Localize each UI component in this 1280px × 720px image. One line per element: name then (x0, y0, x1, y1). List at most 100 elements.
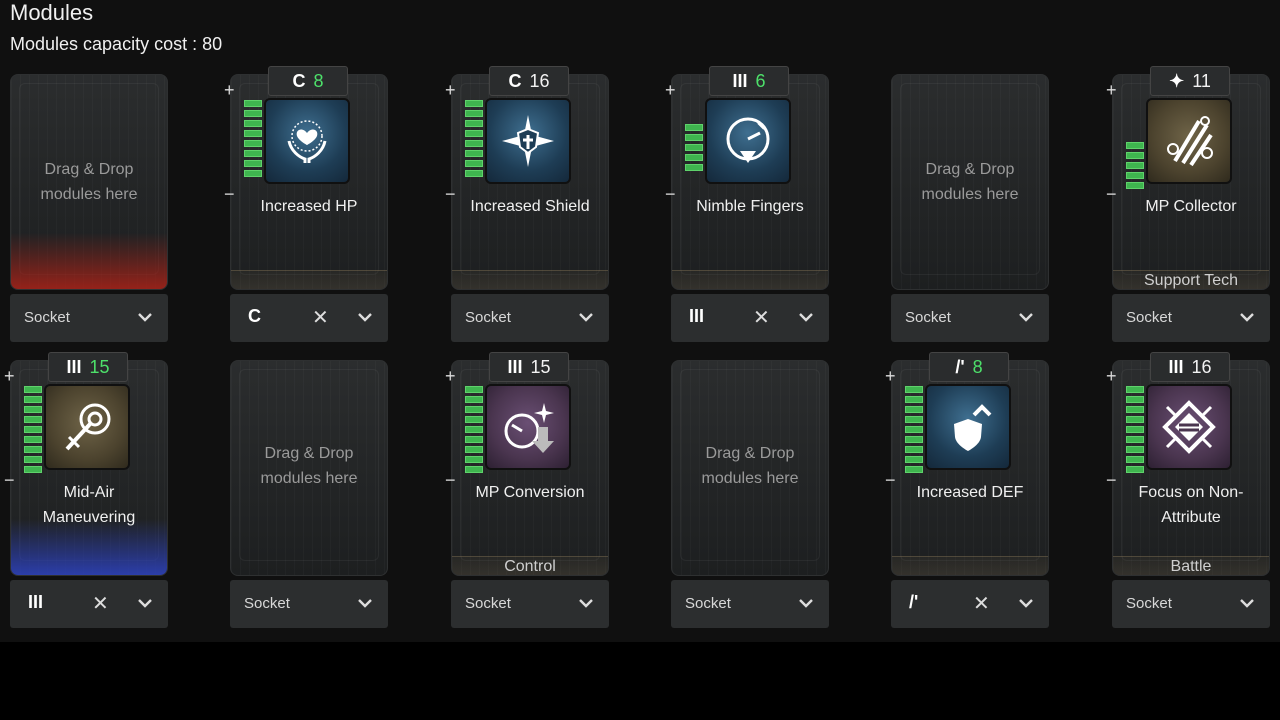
level-bar (465, 426, 483, 433)
module-slot-3[interactable]: C 16 + − Increased Shield Socket (445, 66, 609, 344)
level-bars (1126, 142, 1144, 189)
level-bar (905, 406, 923, 413)
card-footer (452, 270, 608, 289)
module-slot-7[interactable]: III 15 + − Mid-Air Maneuvering III ✕ (4, 352, 168, 630)
plus-icon[interactable]: + (445, 80, 456, 101)
level-bar (244, 120, 262, 127)
plus-icon[interactable]: + (4, 366, 15, 387)
level-bar (685, 124, 703, 131)
close-icon[interactable]: ✕ (92, 591, 109, 616)
module-slot-11[interactable]: /' 8 + − Increased DEF /' ✕ (885, 352, 1049, 630)
level-bar (905, 436, 923, 443)
drop-hint: Drag & Drop modules here (231, 441, 387, 491)
diamond-focus-icon (1146, 384, 1232, 470)
socket-label: Socket (1126, 595, 1172, 612)
chevron-down-icon (1240, 599, 1254, 608)
drop-hint-line2: modules here (701, 470, 799, 487)
module-card-empty[interactable]: Drag & Drop modules here (10, 74, 168, 290)
socket-dropdown[interactable]: III ✕ (10, 580, 168, 628)
level-bar (244, 100, 262, 107)
module-slot-10[interactable]: Drag & Drop modules here Socket (671, 360, 829, 630)
card-footer (892, 556, 1048, 575)
chevron-down-icon (1019, 313, 1033, 322)
module-card-empty[interactable]: Drag & Drop modules here (891, 74, 1049, 290)
socket-dropdown[interactable]: Socket (891, 294, 1049, 342)
module-card-empty[interactable]: Drag & Drop modules here (230, 360, 388, 576)
level-bars (1126, 386, 1144, 473)
socket-dropdown[interactable]: Socket (1112, 580, 1270, 628)
module-category: Control (504, 558, 556, 575)
module-slot-8[interactable]: Drag & Drop modules here Socket (230, 360, 388, 630)
card-footer (672, 270, 828, 289)
level-bar (24, 426, 42, 433)
drop-hint-line2: modules here (40, 186, 138, 203)
level-bar (244, 150, 262, 157)
cost-badge: III 15 (48, 352, 128, 382)
socket-dropdown[interactable]: Socket (1112, 294, 1270, 342)
level-bar (1126, 416, 1144, 423)
module-card-empty[interactable]: Drag & Drop modules here (671, 360, 829, 576)
cost-value: 8 (313, 70, 324, 91)
drop-hint-line2: modules here (260, 470, 358, 487)
level-bar (465, 100, 483, 107)
level-bar (1126, 396, 1144, 403)
module-slot-9[interactable]: III 15 + − MP Conversion Control Socket (445, 352, 609, 630)
plus-icon[interactable]: + (445, 366, 456, 387)
level-bars (465, 100, 483, 177)
star-icon: ✦ (1169, 70, 1185, 91)
module-name: Nimble Fingers (696, 198, 804, 215)
level-bar (1126, 172, 1144, 179)
drop-hint-line1: Drag & Drop (925, 161, 1015, 178)
level-bar (1126, 446, 1144, 453)
socket-label: Socket (465, 595, 511, 612)
socket-dropdown[interactable]: Socket (451, 580, 609, 628)
level-bar (465, 446, 483, 453)
chevron-down-icon (1240, 313, 1254, 322)
level-bar (465, 130, 483, 137)
plus-icon[interactable]: + (665, 80, 676, 101)
socket-dropdown[interactable]: Socket (671, 580, 829, 628)
cost-value: 15 (530, 356, 551, 377)
level-bar (1126, 142, 1144, 149)
level-bar (24, 466, 42, 473)
level-bar (24, 446, 42, 453)
socket-dropdown[interactable]: Socket (10, 294, 168, 342)
cost-value: 11 (1192, 70, 1211, 91)
module-slot-1[interactable]: Drag & Drop modules here Socket (10, 74, 168, 344)
socket-dropdown[interactable]: C ✕ (230, 294, 388, 342)
socket-label: Socket (465, 309, 511, 326)
socket-dropdown[interactable]: /' ✕ (891, 580, 1049, 628)
module-slot-2[interactable]: C 8 + − Increased HP C ✕ (224, 66, 388, 344)
plus-icon[interactable]: + (1106, 80, 1117, 101)
plus-icon[interactable]: + (1106, 366, 1117, 387)
module-slot-6[interactable]: ✦ 11 + − MP Collector Support Tech Socke… (1106, 66, 1270, 344)
level-bars (24, 386, 42, 473)
level-bar (244, 160, 262, 167)
level-bar (244, 170, 262, 177)
level-bar (24, 396, 42, 403)
triple-bar-icon: III (689, 306, 705, 326)
close-icon[interactable]: ✕ (973, 591, 990, 616)
module-slot-12[interactable]: III 16 + − Focus on Non- Attribute Battl… (1106, 352, 1270, 630)
triple-bar-icon: III (507, 356, 523, 377)
chevron-down-icon (799, 599, 813, 608)
socket-dropdown[interactable]: Socket (230, 580, 388, 628)
level-bar (244, 140, 262, 147)
plus-icon[interactable]: + (224, 80, 235, 101)
close-icon[interactable]: ✕ (312, 305, 329, 330)
socket-dropdown[interactable]: Socket (451, 294, 609, 342)
chevron-down-icon (138, 313, 152, 322)
socket-dropdown[interactable]: III ✕ (671, 294, 829, 342)
module-name: Increased Shield (470, 198, 590, 215)
module-slot-5[interactable]: Drag & Drop modules here Socket (891, 74, 1049, 344)
plus-icon[interactable]: + (885, 366, 896, 387)
triple-bar-icon: III (1168, 356, 1184, 377)
chevron-down-icon (799, 313, 813, 322)
gauge-conversion-icon (485, 384, 571, 470)
level-bar (1126, 152, 1144, 159)
level-bar (685, 144, 703, 151)
cost-badge: III 15 (489, 352, 569, 382)
close-icon[interactable]: ✕ (753, 305, 770, 330)
level-bar (465, 386, 483, 393)
module-slot-4[interactable]: III 6 + − Nimble Fingers III ✕ (665, 66, 829, 344)
